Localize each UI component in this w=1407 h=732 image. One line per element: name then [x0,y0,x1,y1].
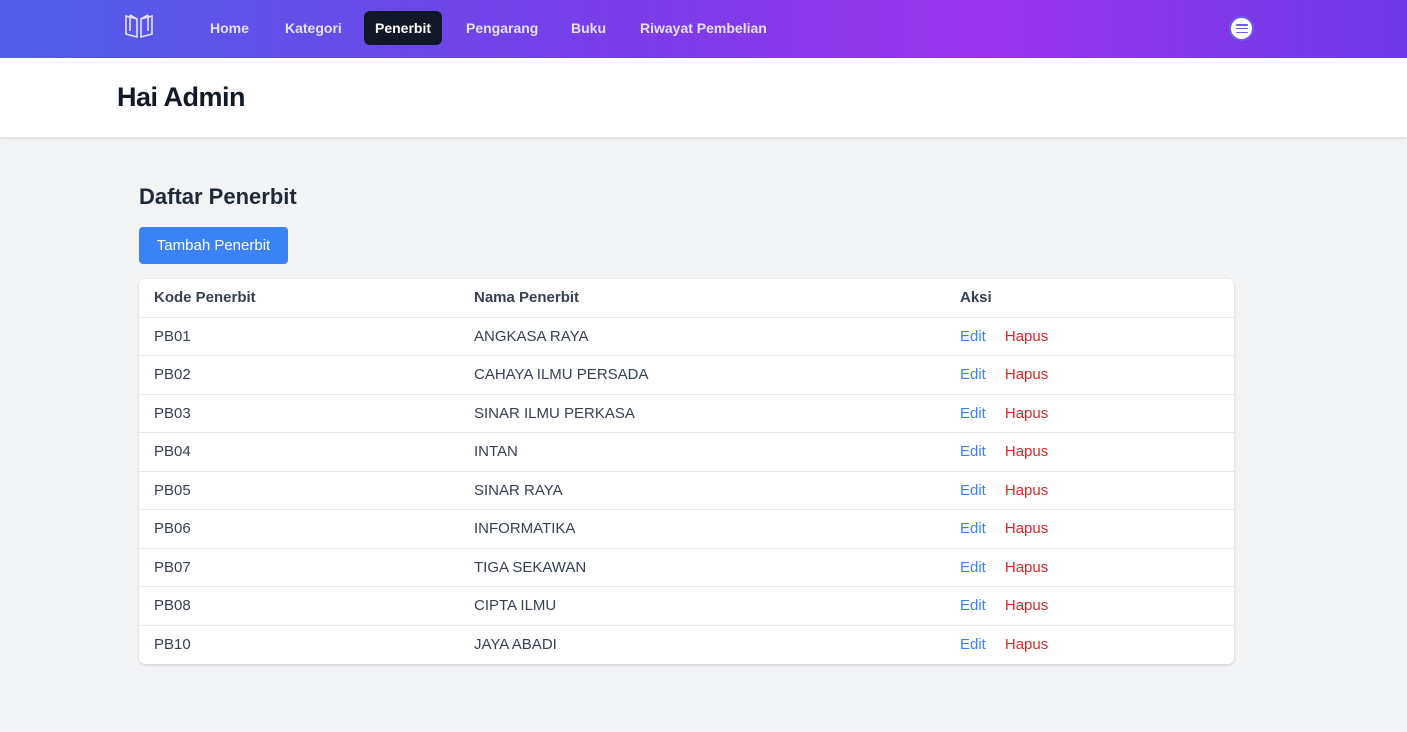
page-title: Hai Admin [117,82,246,112]
delete-link[interactable]: Hapus [1005,520,1048,537]
nav-item-riwayat-pembelian[interactable]: Riwayat Pembelian [629,11,778,45]
section-title: Daftar Penerbit [139,184,297,209]
nav-item-home[interactable]: Home [199,11,260,45]
edit-link[interactable]: Edit [960,366,986,383]
nama-cell: JAYA ABADI [456,624,945,664]
table-row: PB10 JAYA ABADI Edit Hapus [139,624,1234,664]
delete-link[interactable]: Hapus [1005,405,1048,422]
add-penerbit-button[interactable]: Tambah Penerbit [139,227,288,264]
table-row: PB02 CAHAYA ILMU PERSADA Edit Hapus [139,355,1234,394]
delete-link[interactable]: Hapus [1005,443,1048,460]
profile-menu-button[interactable] [1229,16,1254,41]
delete-link[interactable]: Hapus [1005,636,1048,653]
kode-cell: PB06 [139,509,456,548]
kode-cell: PB02 [139,355,456,394]
nama-cell: ANGKASA RAYA [456,316,945,356]
column-header-nama: Nama Penerbit [474,289,580,307]
nama-cell: CIPTA ILMU [456,586,945,625]
table-row: PB03 SINAR ILMU PERKASA Edit Hapus [139,393,1234,433]
nama-cell: INTAN [456,432,945,471]
edit-link[interactable]: Edit [960,597,986,614]
edit-link[interactable]: Edit [960,328,986,345]
kode-cell: PB05 [139,470,456,510]
table-header-row: Kode Penerbit Nama Penerbit Aksi [139,279,1234,317]
aksi-cell: Edit Hapus [945,509,1234,548]
kode-cell: PB08 [139,586,456,625]
nama-cell: SINAR ILMU PERKASA [456,393,945,433]
delete-link[interactable]: Hapus [1005,328,1048,345]
kode-cell: PB04 [139,432,456,471]
page-header: Hai Admin [0,58,1407,137]
edit-link[interactable]: Edit [960,520,986,537]
delete-link[interactable]: Hapus [1005,482,1048,499]
nama-cell: TIGA SEKAWAN [456,547,945,587]
edit-link[interactable]: Edit [960,636,986,653]
aksi-cell: Edit Hapus [945,586,1234,625]
table-row: PB04 INTAN Edit Hapus [139,432,1234,471]
aksi-cell: Edit Hapus [945,355,1234,394]
delete-link[interactable]: Hapus [1005,559,1048,576]
table-row: PB07 TIGA SEKAWAN Edit Hapus [139,547,1234,587]
aksi-cell: Edit Hapus [945,624,1234,664]
column-header-kode: Kode Penerbit [154,289,256,307]
aksi-cell: Edit Hapus [945,432,1234,471]
nama-cell: INFORMATIKA [456,509,945,548]
aksi-cell: Edit Hapus [945,470,1234,510]
edit-link[interactable]: Edit [960,443,986,460]
table-row: PB08 CIPTA ILMU Edit Hapus [139,586,1234,625]
delete-link[interactable]: Hapus [1005,366,1048,383]
aksi-cell: Edit Hapus [945,393,1234,433]
book-icon[interactable] [124,13,154,39]
delete-link[interactable]: Hapus [1005,597,1048,614]
kode-cell: PB07 [139,547,456,587]
nav-item-kategori[interactable]: Kategori [274,11,353,45]
edit-link[interactable]: Edit [960,559,986,576]
aksi-cell: Edit Hapus [945,547,1234,587]
table-row: PB01 ANGKASA RAYA Edit Hapus [139,316,1234,356]
column-header-aksi: Aksi [960,289,992,307]
nama-cell: CAHAYA ILMU PERSADA [456,355,945,394]
aksi-cell: Edit Hapus [945,316,1234,356]
kode-cell: PB10 [139,624,456,664]
penerbit-table: Kode Penerbit Nama Penerbit Aksi PB01 ANG… [139,279,1234,664]
nav-item-pengarang[interactable]: Pengarang [455,11,549,45]
kode-cell: PB01 [139,316,456,356]
table-row: PB05 SINAR RAYA Edit Hapus [139,470,1234,510]
nama-cell: SINAR RAYA [456,470,945,510]
edit-link[interactable]: Edit [960,405,986,422]
top-navbar: Home Kategori Penerbit Pengarang Buku Ri… [0,0,1407,58]
nav-item-buku[interactable]: Buku [560,11,617,45]
kode-cell: PB03 [139,393,456,433]
penerbit-table-card: Kode Penerbit Nama Penerbit Aksi PB01 ANG… [139,279,1234,664]
nav-item-penerbit[interactable]: Penerbit [364,11,443,45]
edit-link[interactable]: Edit [960,482,986,499]
table-row: PB06 INFORMATIKA Edit Hapus [139,509,1234,548]
menu-icon [1235,24,1248,33]
